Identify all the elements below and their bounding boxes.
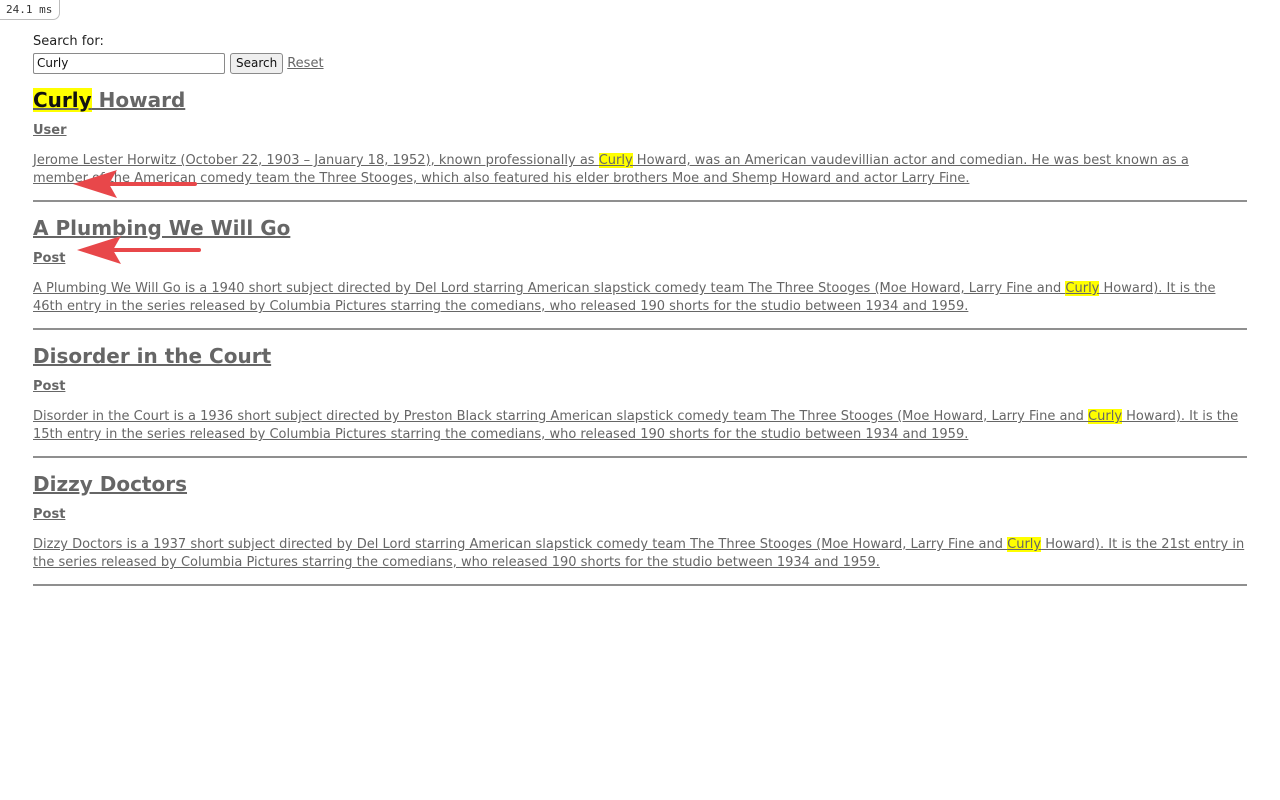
search-input[interactable]: [33, 52, 225, 74]
result-summary: Dizzy Doctors is a 1937 short subject di…: [33, 536, 1247, 572]
result-type: User: [33, 122, 1247, 139]
title-highlight: Curly: [33, 88, 92, 112]
result-summary: Jerome Lester Horwitz (October 22, 1903 …: [33, 152, 1247, 188]
result-summary: Disorder in the Court is a 1936 short su…: [33, 408, 1247, 444]
result-title: A Plumbing We Will Go: [33, 216, 1247, 240]
summary-text-before: Dizzy Doctors is a 1937 short subject di…: [33, 537, 1008, 552]
summary-highlight: Curly: [1088, 409, 1123, 424]
summary-text-before: A Plumbing We Will Go is a 1940 short su…: [33, 281, 1066, 296]
search-label: Search for:: [33, 34, 104, 49]
search-result: A Plumbing We Will Go Post A Plumbing We…: [33, 216, 1247, 330]
search-result: Disorder in the Court Post Disorder in t…: [33, 344, 1247, 458]
reset-link[interactable]: Reset: [287, 56, 323, 71]
result-divider: [33, 200, 1247, 202]
search-results: Curly Howard User Jerome Lester Horwitz …: [33, 88, 1247, 586]
result-divider: [33, 584, 1247, 586]
search-result: Curly Howard User Jerome Lester Horwitz …: [33, 88, 1247, 202]
result-type-link[interactable]: Post: [33, 251, 65, 266]
result-type-link[interactable]: Post: [33, 379, 65, 394]
result-divider: [33, 456, 1247, 458]
result-title-link[interactable]: Curly Howard: [33, 88, 185, 112]
result-summary-link[interactable]: A Plumbing We Will Go is a 1940 short su…: [33, 281, 1215, 314]
search-button[interactable]: Search: [230, 52, 284, 74]
result-summary-link[interactable]: Disorder in the Court is a 1936 short su…: [33, 409, 1238, 442]
result-type: Post: [33, 250, 1247, 267]
summary-text-before: Jerome Lester Horwitz (October 22, 1903 …: [33, 153, 599, 168]
result-summary-link[interactable]: Jerome Lester Horwitz (October 22, 1903 …: [33, 153, 1189, 186]
result-divider: [33, 328, 1247, 330]
result-title-link[interactable]: Disorder in the Court: [33, 344, 271, 368]
timing-badge: 24.1 ms: [0, 0, 61, 20]
result-type: Post: [33, 378, 1247, 395]
result-type-link[interactable]: Post: [33, 507, 65, 522]
result-title: Curly Howard: [33, 88, 1247, 112]
result-title-link[interactable]: A Plumbing We Will Go: [33, 216, 290, 240]
summary-text-before: Disorder in the Court is a 1936 short su…: [33, 409, 1089, 424]
search-page: Search for: Search Reset Curly Howard Us…: [33, 34, 1247, 586]
search-form: Search for: Search Reset: [33, 34, 1247, 75]
summary-highlight: Curly: [1007, 537, 1042, 552]
search-result: Dizzy Doctors Post Dizzy Doctors is a 19…: [33, 472, 1247, 586]
search-row: Search Reset: [33, 51, 1247, 75]
result-type: Post: [33, 506, 1247, 523]
summary-highlight: Curly: [1065, 281, 1100, 296]
result-summary-link[interactable]: Dizzy Doctors is a 1937 short subject di…: [33, 537, 1244, 570]
result-type-link[interactable]: User: [33, 123, 67, 138]
result-title-link[interactable]: Dizzy Doctors: [33, 472, 187, 496]
result-title: Disorder in the Court: [33, 344, 1247, 368]
result-title: Dizzy Doctors: [33, 472, 1247, 496]
summary-highlight: Curly: [598, 153, 633, 168]
result-summary: A Plumbing We Will Go is a 1940 short su…: [33, 280, 1247, 316]
title-text: Howard: [91, 88, 186, 112]
